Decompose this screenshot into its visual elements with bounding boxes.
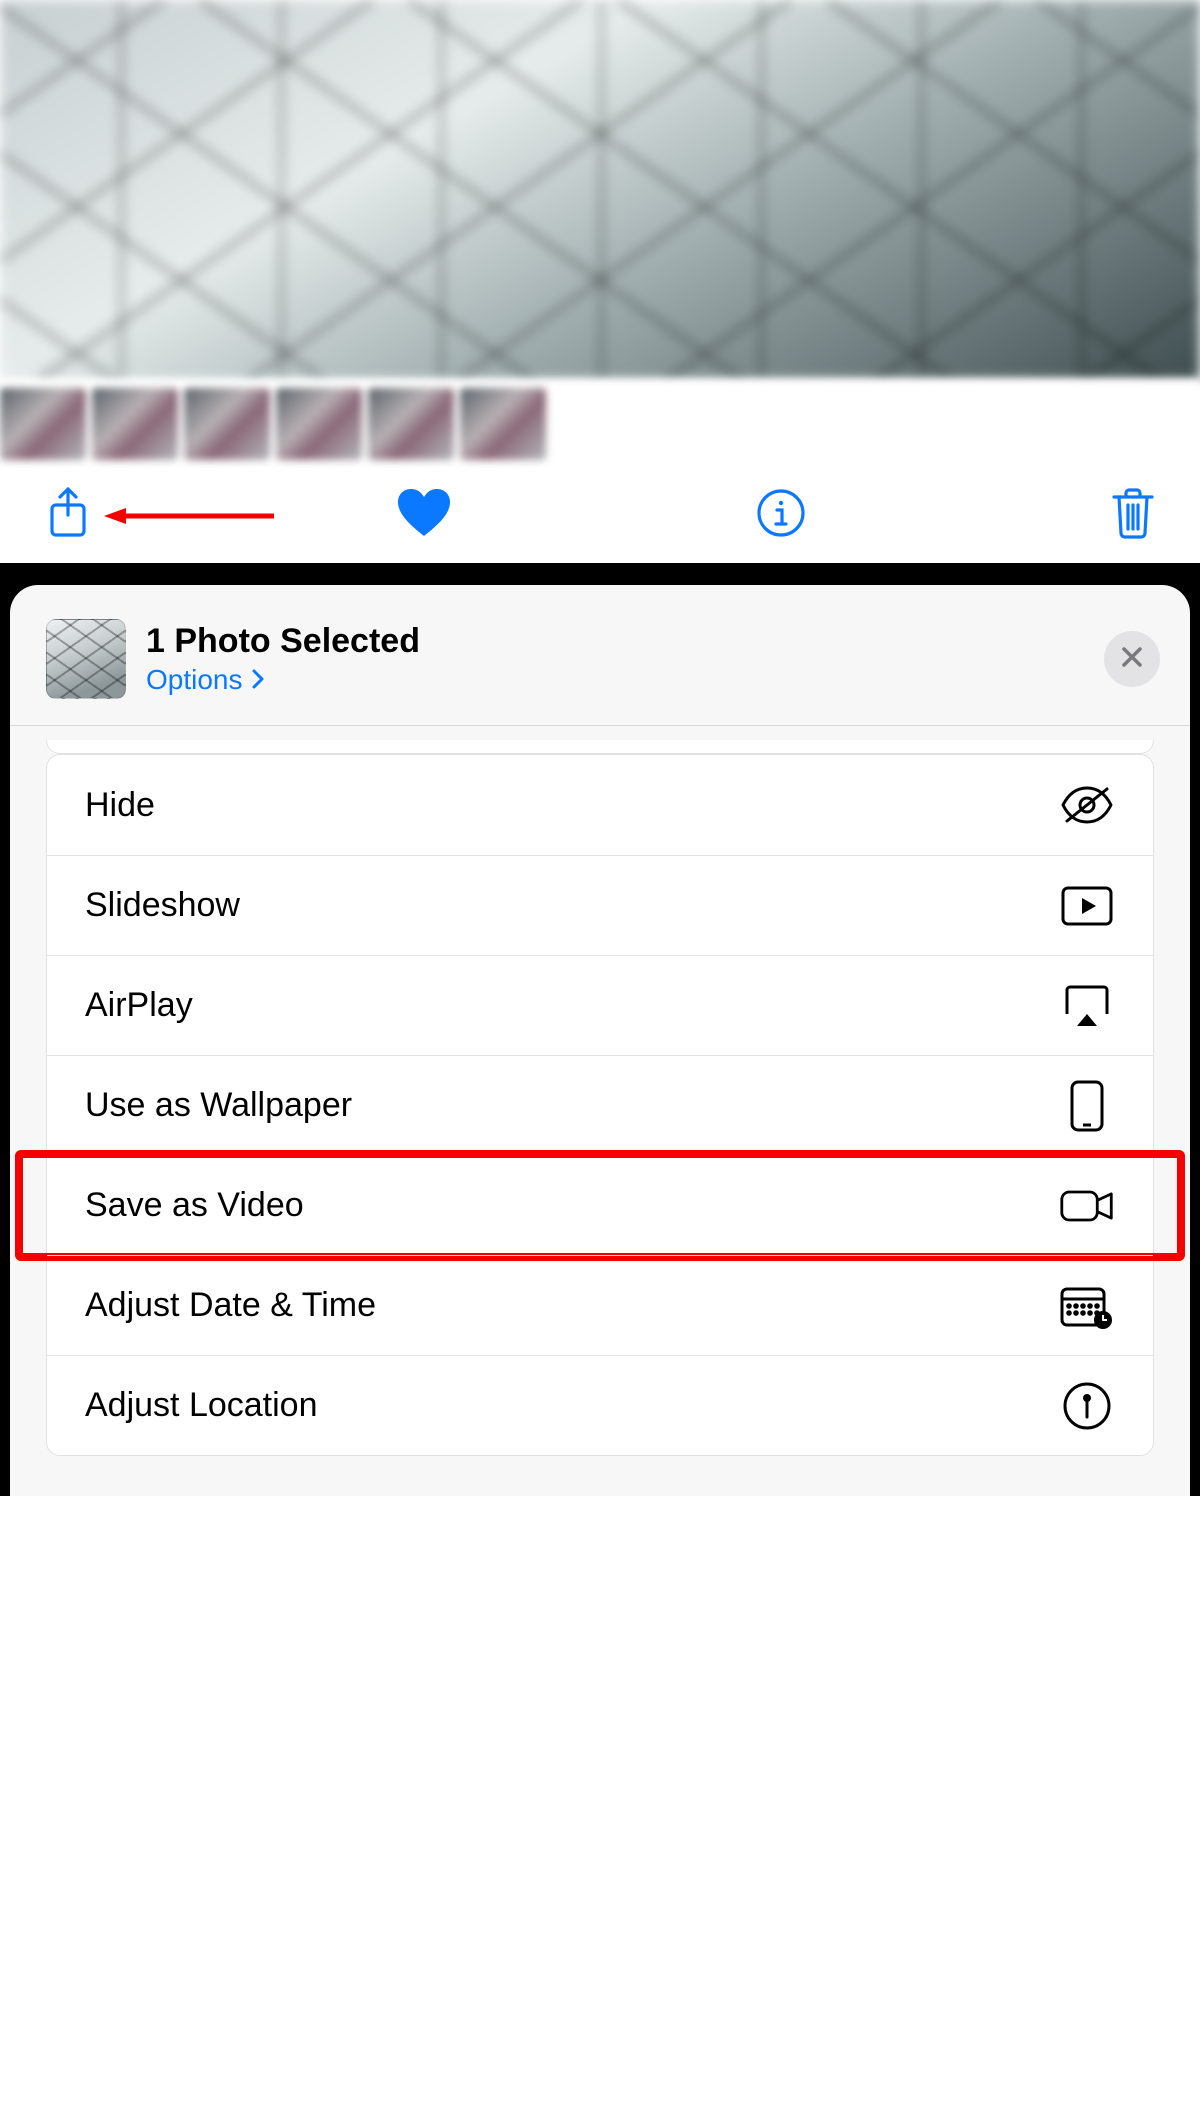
close-icon [1120,645,1144,674]
action-save-as-video[interactable]: Save as Video [47,1155,1153,1255]
share-sheet-header: 1 Photo Selected Options [10,585,1190,726]
share-actions-list: Hide Slideshow [46,754,1154,1456]
action-use-as-wallpaper[interactable]: Use as Wallpaper [47,1055,1153,1155]
options-label: Options [146,664,243,696]
action-hide[interactable]: Hide [47,755,1153,855]
eye-slash-icon [1059,777,1115,833]
share-sheet-options-button[interactable]: Options [146,664,265,696]
action-label: AirPlay [85,986,193,1025]
share-sheet-title-block: 1 Photo Selected Options [146,622,1104,695]
action-label: Save as Video [85,1186,304,1225]
close-button[interactable] [1104,631,1160,687]
divider-gap [0,563,1200,585]
trash-icon[interactable] [1110,487,1156,544]
action-label: Hide [85,786,155,825]
share-sheet-title: 1 Photo Selected [146,622,1104,661]
share-sheet-thumbnail [46,619,126,699]
thumbnail[interactable] [184,388,270,460]
screenshot-composite: 1 Photo Selected Options [0,0,1200,1496]
heart-filled-icon[interactable] [396,488,452,543]
action-label: Adjust Date & Time [85,1286,376,1325]
thumbnail[interactable] [368,388,454,460]
phone-icon [1059,1078,1115,1134]
airplay-icon [1059,978,1115,1034]
action-adjust-date-time[interactable]: Adjust Date & Time [47,1255,1153,1355]
play-rect-icon [1059,878,1115,934]
photo-preview[interactable] [0,0,1200,380]
share-sheet: 1 Photo Selected Options [10,585,1190,1496]
video-icon [1059,1178,1115,1234]
previous-list-tail [46,740,1154,754]
pin-circle-icon [1059,1378,1115,1434]
share-icon[interactable] [44,485,92,546]
thumbnail[interactable] [276,388,362,460]
action-adjust-location[interactable]: Adjust Location [47,1355,1153,1455]
action-label: Adjust Location [85,1386,318,1425]
action-label: Slideshow [85,886,240,925]
info-circle-icon[interactable] [756,488,806,543]
action-slideshow[interactable]: Slideshow [47,855,1153,955]
calendar-clock-icon [1059,1278,1115,1334]
photo-toolbar [0,468,1200,563]
thumbnail[interactable] [460,388,546,460]
action-label: Use as Wallpaper [85,1086,352,1125]
photo-thumbnail-strip[interactable] [0,380,1200,468]
share-sheet-backdrop: 1 Photo Selected Options [0,585,1200,1496]
chevron-right-icon [251,664,265,696]
thumbnail[interactable] [92,388,178,460]
annotation-arrow [104,506,274,526]
action-airplay[interactable]: AirPlay [47,955,1153,1055]
thumbnail[interactable] [0,388,86,460]
